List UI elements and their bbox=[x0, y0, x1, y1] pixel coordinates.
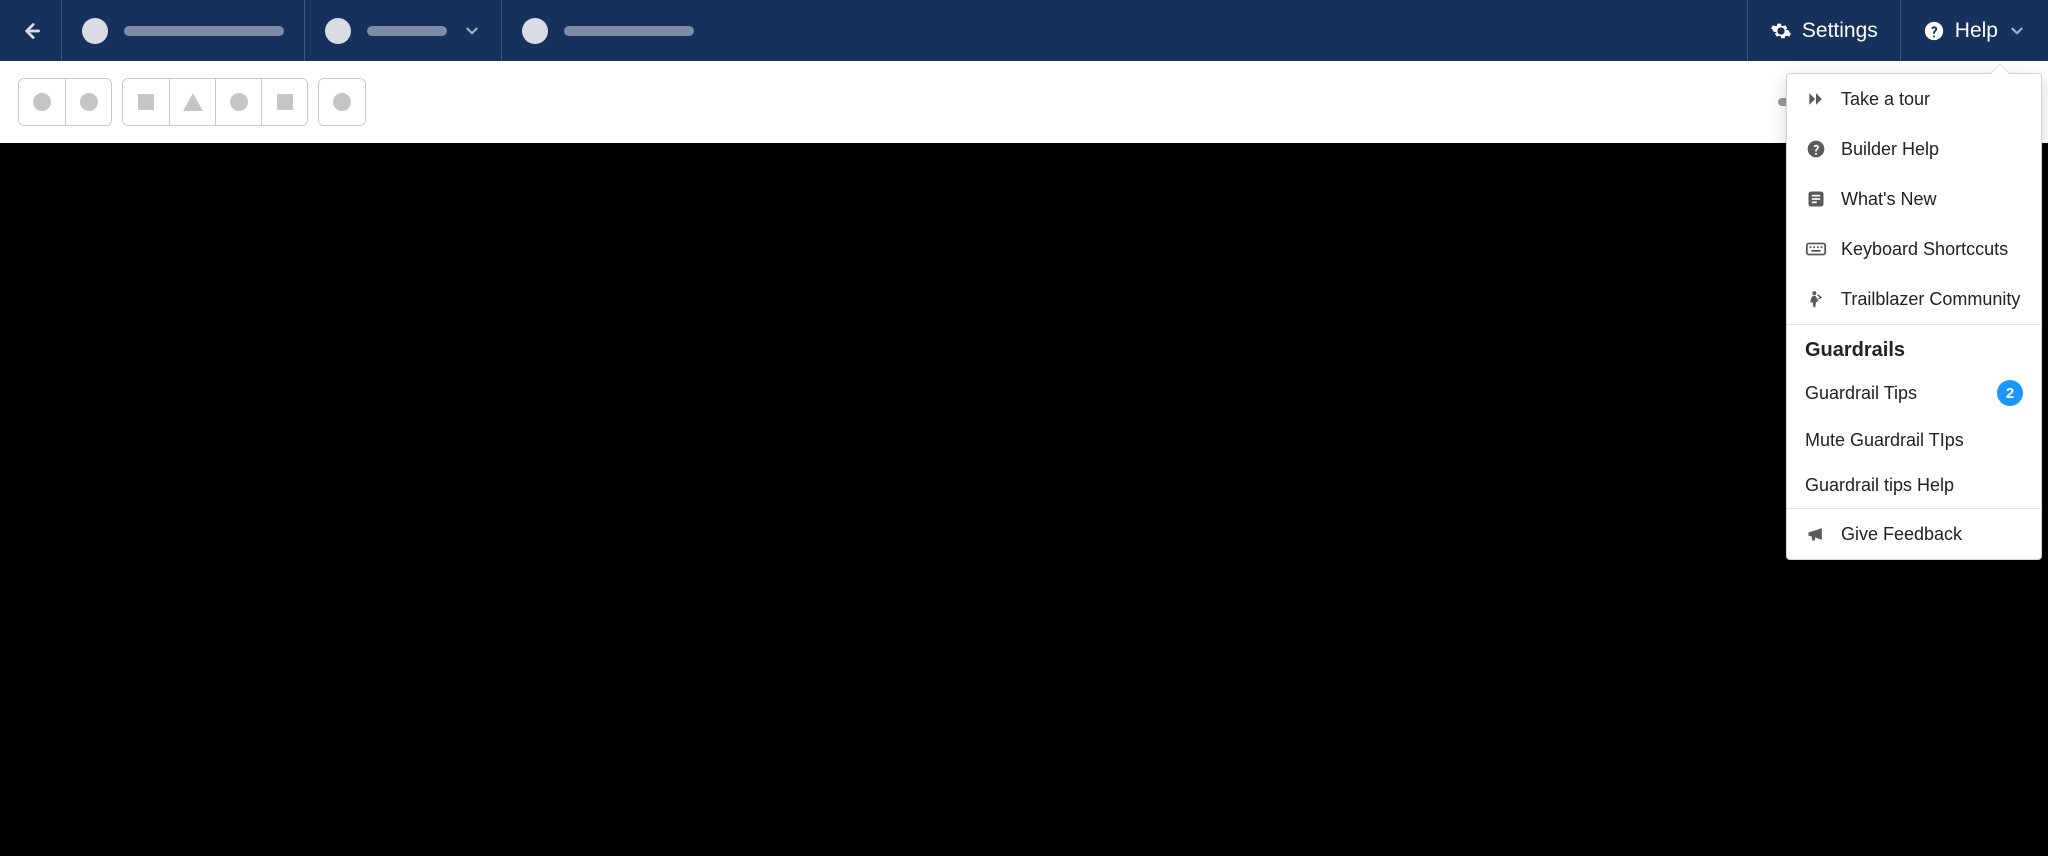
back-button[interactable] bbox=[0, 0, 62, 61]
tool-button[interactable] bbox=[215, 79, 261, 125]
question-icon bbox=[1805, 138, 1827, 160]
help-button[interactable]: Help bbox=[1900, 0, 2048, 61]
tool-button[interactable] bbox=[65, 79, 111, 125]
app-header: Settings Help bbox=[0, 0, 2048, 61]
help-menu-take-tour[interactable]: Take a tour bbox=[1787, 74, 2041, 124]
placeholder-text bbox=[564, 26, 694, 36]
tool-button[interactable] bbox=[319, 79, 365, 125]
tool-button[interactable] bbox=[169, 79, 215, 125]
circle-icon bbox=[230, 93, 248, 111]
builder-canvas[interactable] bbox=[0, 143, 2048, 856]
help-menu-keyboard-shortcuts[interactable]: Keyboard Shortccuts bbox=[1787, 224, 2041, 274]
double-chevron-icon bbox=[1805, 88, 1827, 110]
placeholder-text bbox=[367, 26, 447, 36]
gear-icon bbox=[1770, 20, 1792, 42]
chevron-down-icon bbox=[2008, 22, 2026, 40]
menu-label: What's New bbox=[1841, 189, 1936, 210]
circle-icon bbox=[33, 93, 51, 111]
tool-group-1 bbox=[18, 78, 112, 126]
menu-label: Guardrail tips Help bbox=[1805, 475, 1954, 496]
triangle-icon bbox=[183, 93, 203, 111]
menu-label: Give Feedback bbox=[1841, 524, 1962, 545]
header-slot-3[interactable] bbox=[502, 0, 714, 61]
circle-icon bbox=[80, 93, 98, 111]
tool-button[interactable] bbox=[123, 79, 169, 125]
help-menu-give-feedback[interactable]: Give Feedback bbox=[1787, 509, 2041, 559]
header-slot-1[interactable] bbox=[62, 0, 305, 61]
menu-label: Builder Help bbox=[1841, 139, 1939, 160]
help-menu-whats-new[interactable]: What's New bbox=[1787, 174, 2041, 224]
placeholder-text bbox=[124, 26, 284, 36]
menu-label: Trailblazer Community bbox=[1841, 289, 2020, 310]
menu-label: Keyboard Shortccuts bbox=[1841, 239, 2008, 260]
chevron-down-icon bbox=[463, 22, 481, 40]
keyboard-icon bbox=[1805, 238, 1827, 260]
guardrails-heading: Guardrails bbox=[1787, 325, 2041, 368]
circle-icon bbox=[333, 93, 351, 111]
megaphone-icon bbox=[1805, 523, 1827, 545]
header-slot-2[interactable] bbox=[305, 0, 502, 61]
menu-label: Mute Guardrail TIps bbox=[1805, 430, 1964, 451]
menu-label: Take a tour bbox=[1841, 89, 1930, 110]
square-icon bbox=[277, 94, 293, 110]
placeholder-avatar bbox=[522, 18, 548, 44]
help-menu-mute-guardrail[interactable]: Mute Guardrail TIps bbox=[1787, 418, 2041, 463]
placeholder-avatar bbox=[325, 18, 351, 44]
question-icon bbox=[1923, 20, 1945, 42]
tool-button[interactable] bbox=[19, 79, 65, 125]
help-menu-builder-help[interactable]: Builder Help bbox=[1787, 124, 2041, 174]
help-menu-guardrail-help[interactable]: Guardrail tips Help bbox=[1787, 463, 2041, 508]
builder-toolbar bbox=[0, 61, 2048, 143]
menu-label: Guardrail Tips bbox=[1805, 383, 1917, 404]
trailblazer-icon bbox=[1805, 288, 1827, 310]
placeholder-avatar bbox=[82, 18, 108, 44]
count-badge: 2 bbox=[1997, 380, 2023, 406]
settings-button[interactable]: Settings bbox=[1747, 0, 1900, 61]
help-label: Help bbox=[1955, 19, 1998, 43]
help-menu: Take a tour Builder Help What's New Keyb… bbox=[1786, 73, 2042, 560]
tool-group-3 bbox=[318, 78, 366, 126]
arrow-left-icon bbox=[18, 18, 44, 44]
help-menu-guardrail-tips[interactable]: Guardrail Tips 2 bbox=[1787, 368, 2041, 418]
tool-button[interactable] bbox=[261, 79, 307, 125]
whats-new-icon bbox=[1805, 188, 1827, 210]
square-icon bbox=[138, 94, 154, 110]
settings-label: Settings bbox=[1802, 19, 1878, 43]
help-menu-trailblazer[interactable]: Trailblazer Community bbox=[1787, 274, 2041, 324]
tool-group-2 bbox=[122, 78, 308, 126]
